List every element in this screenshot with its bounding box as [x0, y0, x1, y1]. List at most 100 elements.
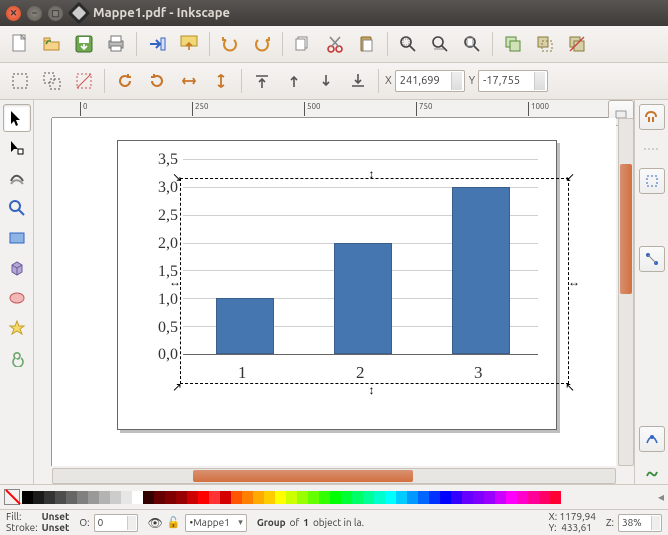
color-swatch[interactable] — [429, 491, 440, 504]
opacity-input[interactable]: 0 — [94, 514, 138, 532]
raise-to-top-button[interactable] — [248, 67, 276, 95]
resize-handle-ne[interactable]: ↙ — [565, 170, 577, 182]
selection-box[interactable]: ↘ ↕ ↙ ↔ ↔ ↗ ↕ ↖ — [180, 178, 569, 384]
color-swatch[interactable] — [187, 491, 198, 504]
color-swatch[interactable] — [506, 491, 517, 504]
color-swatch[interactable] — [528, 491, 539, 504]
resize-handle-n[interactable]: ↕ — [369, 167, 381, 179]
zoom-input[interactable]: 38% — [618, 514, 662, 532]
color-swatch[interactable] — [66, 491, 77, 504]
clone-button[interactable] — [531, 30, 559, 58]
color-swatch[interactable] — [374, 491, 385, 504]
horizontal-scrollbar[interactable] — [52, 468, 616, 484]
color-swatch[interactable] — [209, 491, 220, 504]
select-all-button[interactable] — [6, 67, 34, 95]
snap-bbox-button[interactable] — [639, 168, 665, 194]
selector-tool[interactable] — [3, 104, 31, 132]
vertical-scrollbar[interactable] — [618, 118, 634, 466]
zoom-selection-button[interactable] — [394, 30, 422, 58]
import-button[interactable] — [143, 30, 171, 58]
color-swatch[interactable] — [407, 491, 418, 504]
color-swatch[interactable] — [143, 491, 154, 504]
color-swatch[interactable] — [22, 491, 33, 504]
horizontal-ruler[interactable]: 0 250 500 750 1000 — [52, 100, 616, 118]
resize-handle-e[interactable]: ↔ — [568, 275, 580, 287]
redo-button[interactable] — [248, 30, 276, 58]
cut-button[interactable] — [321, 30, 349, 58]
color-swatch[interactable] — [176, 491, 187, 504]
palette-menu-icon[interactable]: ◂ — [658, 490, 664, 504]
raise-button[interactable] — [280, 67, 308, 95]
layer-visibility-icon[interactable]: 👁 — [148, 516, 163, 530]
y-coordinate-input[interactable]: -17,755 — [478, 70, 548, 92]
color-swatch[interactable] — [363, 491, 374, 504]
save-button[interactable] — [70, 30, 98, 58]
node-tool[interactable] — [3, 134, 31, 162]
rectangle-tool[interactable] — [3, 224, 31, 252]
zoom-tool[interactable] — [3, 194, 31, 222]
undo-button[interactable] — [216, 30, 244, 58]
resize-handle-sw[interactable]: ↗ — [172, 380, 184, 392]
rotate-ccw-button[interactable] — [111, 67, 139, 95]
color-swatch[interactable] — [484, 491, 495, 504]
flip-vertical-button[interactable] — [207, 67, 235, 95]
color-swatch[interactable] — [231, 491, 242, 504]
color-swatch[interactable] — [154, 491, 165, 504]
export-button[interactable] — [175, 30, 203, 58]
zoom-drawing-button[interactable] — [426, 30, 454, 58]
no-color-swatch[interactable] — [4, 489, 20, 505]
lower-to-bottom-button[interactable] — [344, 67, 372, 95]
color-swatch[interactable] — [253, 491, 264, 504]
open-button[interactable] — [38, 30, 66, 58]
resize-handle-se[interactable]: ↖ — [565, 380, 577, 392]
snap-nodes-button[interactable] — [639, 246, 665, 272]
color-swatch[interactable] — [341, 491, 352, 504]
spiral-tool[interactable] — [3, 344, 31, 372]
color-swatch[interactable] — [550, 491, 561, 504]
x-coordinate-input[interactable]: 241,699 — [395, 70, 465, 92]
color-swatch[interactable] — [77, 491, 88, 504]
lower-button[interactable] — [312, 67, 340, 95]
copy-button[interactable] — [289, 30, 317, 58]
tweak-tool[interactable] — [3, 164, 31, 192]
select-all-layers-button[interactable] — [38, 67, 66, 95]
flip-horizontal-button[interactable] — [175, 67, 203, 95]
paste-button[interactable] — [353, 30, 381, 58]
color-swatch[interactable] — [297, 491, 308, 504]
color-swatch[interactable] — [517, 491, 528, 504]
layer-selector[interactable]: •Mappe1 — [185, 514, 247, 532]
canvas[interactable]: 0,0 0,5 1,0 1,5 2,0 2,5 3,0 3,5 1 2 3 ↘ … — [52, 118, 616, 466]
3d-box-tool[interactable] — [3, 254, 31, 282]
resize-handle-s[interactable]: ↕ — [369, 383, 381, 395]
color-swatch[interactable] — [440, 491, 451, 504]
unlink-clone-button[interactable] — [563, 30, 591, 58]
ellipse-tool[interactable] — [3, 284, 31, 312]
color-swatch[interactable] — [308, 491, 319, 504]
color-swatch[interactable] — [33, 491, 44, 504]
color-swatch[interactable] — [88, 491, 99, 504]
color-swatch[interactable] — [495, 491, 506, 504]
resize-handle-w[interactable]: ↔ — [169, 275, 181, 287]
color-swatch[interactable] — [462, 491, 473, 504]
color-swatch[interactable] — [319, 491, 330, 504]
color-swatch[interactable] — [165, 491, 176, 504]
resize-handle-nw[interactable]: ↘ — [172, 170, 184, 182]
fill-stroke-indicator[interactable]: Fill: Stroke: Unset Unset — [6, 512, 69, 533]
color-swatch[interactable] — [99, 491, 110, 504]
color-swatch[interactable] — [264, 491, 275, 504]
color-swatch[interactable] — [473, 491, 484, 504]
color-swatch[interactable] — [352, 491, 363, 504]
color-swatch[interactable] — [385, 491, 396, 504]
color-swatch[interactable] — [198, 491, 209, 504]
snap-paths-button[interactable] — [639, 426, 665, 452]
color-swatch[interactable] — [220, 491, 231, 504]
maximize-button[interactable]: ▢ — [48, 6, 63, 21]
layer-lock-icon[interactable]: 🔓 — [167, 516, 181, 529]
new-document-button[interactable] — [6, 30, 34, 58]
color-swatch[interactable] — [275, 491, 286, 504]
color-swatch[interactable] — [286, 491, 297, 504]
color-swatch[interactable] — [330, 491, 341, 504]
vertical-ruler[interactable] — [34, 118, 52, 466]
color-swatch[interactable] — [121, 491, 132, 504]
color-swatch[interactable] — [418, 491, 429, 504]
